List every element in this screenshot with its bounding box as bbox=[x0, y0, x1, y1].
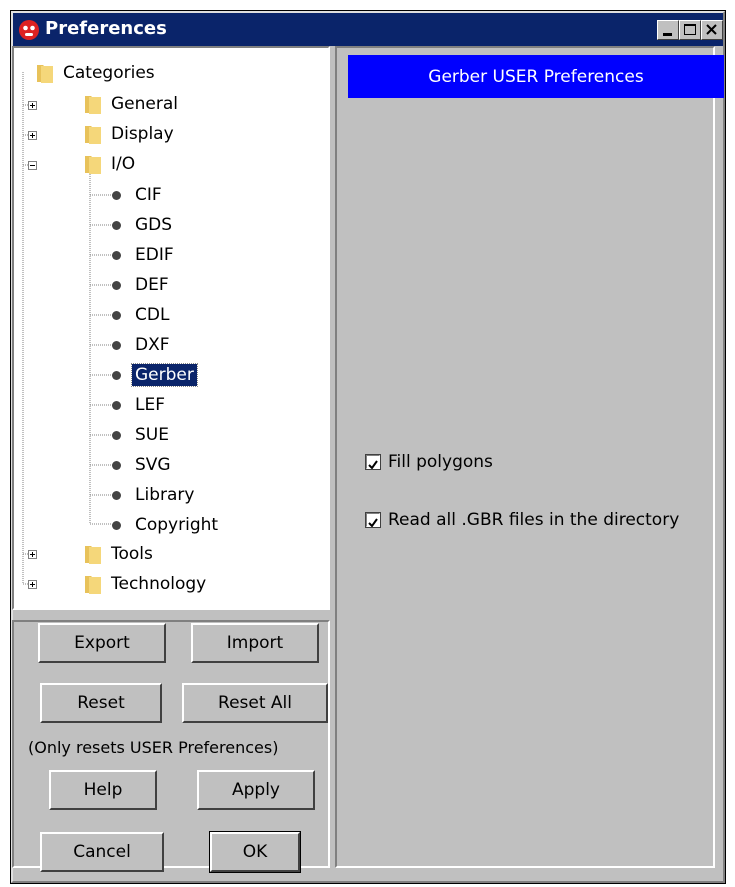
ok-button[interactable]: OK bbox=[209, 831, 301, 873]
close-icon bbox=[706, 24, 717, 35]
bullet-icon bbox=[112, 490, 121, 500]
minimize-button[interactable] bbox=[657, 20, 679, 40]
bullet-icon bbox=[112, 280, 121, 290]
expand-tools-icon[interactable] bbox=[28, 550, 37, 559]
minimize-icon bbox=[663, 33, 672, 36]
bullet-icon bbox=[112, 430, 121, 440]
maximize-button[interactable] bbox=[679, 20, 701, 40]
tree-label: Display bbox=[111, 124, 174, 144]
tree-label: Library bbox=[135, 485, 195, 505]
bullet-icon bbox=[112, 400, 121, 410]
import-button[interactable]: Import bbox=[191, 623, 319, 663]
expand-technology-icon[interactable] bbox=[28, 580, 37, 589]
close-button[interactable] bbox=[701, 20, 723, 40]
tree-label-selected: Gerber bbox=[131, 363, 198, 387]
help-button[interactable]: Help bbox=[49, 770, 157, 810]
tree-item-display[interactable]: Display bbox=[84, 121, 177, 147]
category-tree[interactable]: Categories General Display I/O CIF GDS E… bbox=[12, 46, 330, 610]
bullet-icon bbox=[112, 190, 121, 200]
tree-item-technology[interactable]: Technology bbox=[84, 571, 209, 597]
folder-icon bbox=[85, 576, 101, 594]
bullet-icon bbox=[112, 370, 121, 380]
reset-button[interactable]: Reset bbox=[40, 683, 162, 723]
fill-polygons-option[interactable]: Fill polygons bbox=[365, 452, 493, 472]
tree-label: DEF bbox=[135, 275, 169, 295]
tree-item-cif[interactable]: CIF bbox=[111, 182, 165, 208]
bullet-icon bbox=[112, 250, 121, 260]
checkmark-icon bbox=[368, 518, 378, 528]
tree-item-categories[interactable]: Categories bbox=[36, 60, 158, 86]
tree-label: Technology bbox=[111, 574, 207, 594]
fill-polygons-checkbox[interactable] bbox=[365, 454, 381, 470]
fill-polygons-label: Fill polygons bbox=[388, 452, 493, 472]
folder-icon bbox=[85, 546, 101, 564]
tree-item-dxf[interactable]: DXF bbox=[111, 332, 173, 358]
tree-item-def[interactable]: DEF bbox=[111, 272, 172, 298]
app-icon bbox=[19, 20, 39, 40]
tree-item-copyright[interactable]: Copyright bbox=[111, 512, 221, 538]
bullet-icon bbox=[112, 310, 121, 320]
bullet-icon bbox=[112, 460, 121, 470]
tree-item-sue[interactable]: SUE bbox=[111, 422, 172, 448]
tree-item-svg[interactable]: SVG bbox=[111, 452, 174, 478]
bullet-icon bbox=[112, 340, 121, 350]
cancel-button[interactable]: Cancel bbox=[40, 832, 164, 872]
tree-label: Categories bbox=[63, 63, 155, 83]
tree-label: EDIF bbox=[135, 245, 174, 265]
bullet-icon bbox=[112, 220, 121, 230]
reset-all-button[interactable]: Reset All bbox=[182, 683, 328, 723]
tree-item-gerber[interactable]: Gerber bbox=[111, 362, 198, 388]
tree-item-general[interactable]: General bbox=[84, 91, 181, 117]
folder-open-icon bbox=[37, 65, 53, 83]
bullet-icon bbox=[112, 520, 121, 530]
tree-label: General bbox=[111, 94, 178, 114]
expand-display-icon[interactable] bbox=[28, 131, 37, 140]
tree-item-gds[interactable]: GDS bbox=[111, 212, 175, 238]
folder-open-icon bbox=[85, 156, 101, 174]
window-title: Preferences bbox=[45, 18, 167, 39]
maximize-icon bbox=[684, 24, 696, 35]
tree-label: SVG bbox=[135, 455, 171, 475]
read-all-gbr-label: Read all .GBR files in the directory bbox=[388, 510, 680, 530]
tree-item-tools[interactable]: Tools bbox=[84, 541, 156, 567]
tree-label: LEF bbox=[135, 395, 165, 415]
tree-item-library[interactable]: Library bbox=[111, 482, 197, 508]
panel-header: Gerber USER Preferences bbox=[348, 55, 724, 98]
tree-label: Tools bbox=[111, 544, 153, 564]
tree-item-cdl[interactable]: CDL bbox=[111, 302, 172, 328]
tree-item-lef[interactable]: LEF bbox=[111, 392, 168, 418]
tree-label: I/O bbox=[111, 154, 136, 174]
title-bar[interactable]: Preferences bbox=[13, 13, 723, 46]
tree-label: CIF bbox=[135, 185, 162, 205]
read-all-gbr-checkbox[interactable] bbox=[365, 512, 381, 528]
tree-label: CDL bbox=[135, 305, 170, 325]
collapse-io-icon[interactable] bbox=[28, 161, 37, 170]
tree-label: SUE bbox=[135, 425, 169, 445]
tree-item-edif[interactable]: EDIF bbox=[111, 242, 177, 268]
tree-label: GDS bbox=[135, 215, 173, 235]
checkmark-icon bbox=[368, 460, 378, 470]
folder-icon bbox=[85, 96, 101, 114]
tree-item-io[interactable]: I/O bbox=[84, 151, 138, 177]
tree-label: Copyright bbox=[135, 515, 219, 535]
tree-label: DXF bbox=[135, 335, 170, 355]
folder-icon bbox=[85, 126, 101, 144]
read-all-gbr-option[interactable]: Read all .GBR files in the directory bbox=[365, 510, 680, 530]
reset-note: (Only resets USER Preferences) bbox=[28, 738, 279, 757]
expand-general-icon[interactable] bbox=[28, 101, 37, 110]
apply-button[interactable]: Apply bbox=[197, 770, 315, 810]
export-button[interactable]: Export bbox=[38, 623, 166, 663]
